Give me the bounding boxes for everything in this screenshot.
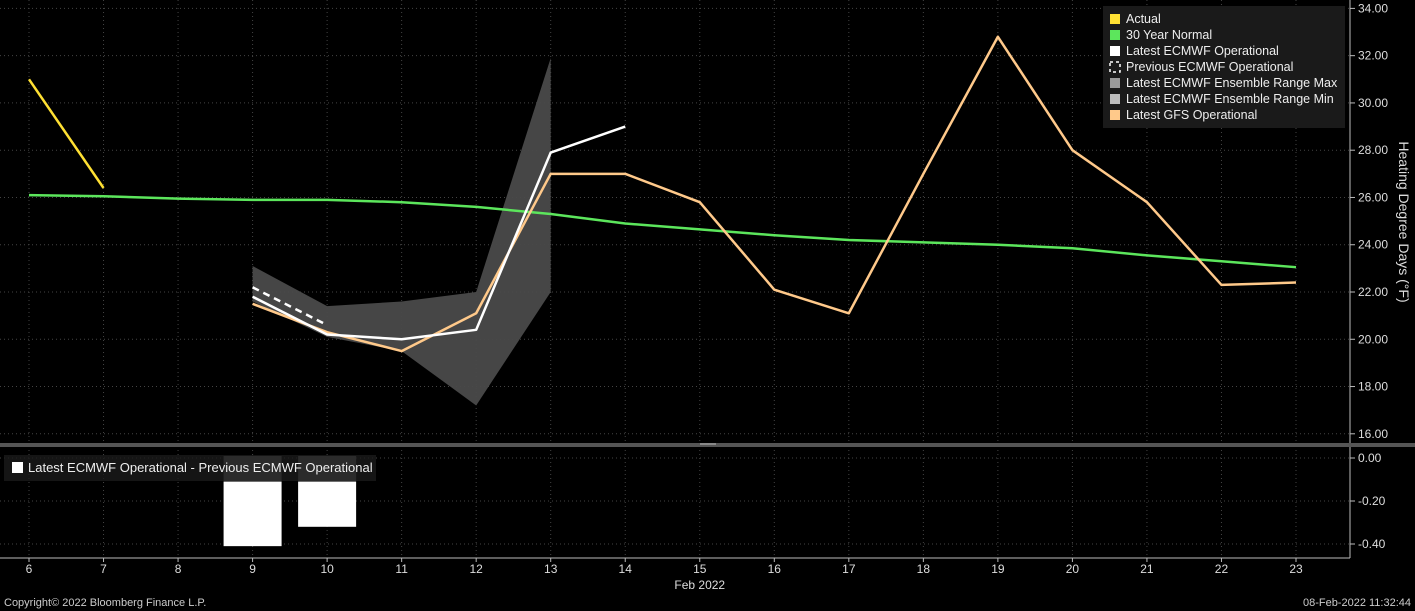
- y-tick-label: 30.00: [1358, 96, 1388, 110]
- legend-label: Latest GFS Operational: [1126, 108, 1257, 122]
- legend-label: 30 Year Normal: [1126, 28, 1212, 42]
- bar-difference: [298, 482, 357, 527]
- x-tick-label: 17: [842, 562, 856, 576]
- y-tick-label: 16.00: [1358, 427, 1388, 441]
- x-tick-label: 7: [100, 562, 107, 576]
- x-tick-label: 6: [26, 562, 33, 576]
- x-tick-label: 8: [175, 562, 182, 576]
- bottom-legend: Latest ECMWF Operational - Previous ECMW…: [4, 455, 376, 481]
- x-tick-label: 20: [1066, 562, 1080, 576]
- x-tick-label: 11: [395, 562, 408, 576]
- x-tick-label: 21: [1140, 562, 1154, 576]
- legend-label: Previous ECMWF Operational: [1126, 60, 1293, 74]
- y-tick-label-bottom: -0.40: [1358, 537, 1386, 551]
- y-tick-label: 18.00: [1358, 380, 1388, 394]
- panel-divider-handle: [700, 443, 716, 445]
- x-tick-label: 19: [991, 562, 1005, 576]
- y-tick-label: 26.00: [1358, 190, 1388, 204]
- x-tick-label: 18: [917, 562, 931, 576]
- x-tick-label: 14: [619, 562, 633, 576]
- legend-swatch: [1110, 46, 1120, 56]
- legend-swatch: [1110, 78, 1120, 88]
- timestamp-text: 08-Feb-2022 11:32:44: [1302, 597, 1411, 609]
- legend-swatch: [1110, 94, 1120, 104]
- series-30-year-normal: [28, 193, 1297, 269]
- y-tick-label: 34.00: [1358, 1, 1388, 15]
- legend-label: Latest ECMWF Operational: [1126, 44, 1279, 58]
- bottom-legend-label: Latest ECMWF Operational - Previous ECMW…: [28, 460, 373, 475]
- legend-swatch: [1110, 30, 1120, 40]
- x-tick-label: 10: [320, 562, 334, 576]
- bottom-legend-swatch: [12, 462, 23, 473]
- series-actual: [27, 78, 105, 189]
- y-tick-label-bottom: 0.00: [1358, 451, 1382, 465]
- legend-swatch: [1110, 14, 1120, 24]
- y-tick-label: 20.00: [1358, 332, 1388, 346]
- legend: Actual 30 Year Normal Latest ECMWF Operati…: [1103, 6, 1345, 128]
- y-tick-label-bottom: -0.20: [1358, 494, 1386, 508]
- y-tick-label: 22.00: [1358, 285, 1388, 299]
- x-tick-label: 9: [249, 562, 256, 576]
- legend-swatch: [1110, 110, 1120, 120]
- y-tick-label: 32.00: [1358, 49, 1388, 63]
- x-tick-label: 16: [768, 562, 782, 576]
- legend-label: Latest ECMWF Ensemble Range Max: [1126, 76, 1338, 90]
- legend-label: Latest ECMWF Ensemble Range Min: [1126, 92, 1334, 106]
- x-tick-label: 23: [1289, 562, 1303, 576]
- legend-label: Actual: [1126, 12, 1161, 26]
- y-tick-label: 24.00: [1358, 238, 1388, 252]
- ensemble-range-band: [252, 58, 551, 406]
- x-tick-label: 12: [469, 562, 483, 576]
- y-tick-label: 28.00: [1358, 143, 1388, 157]
- y-axis-label: Heating Degree Days (°F): [1396, 141, 1412, 302]
- bar-difference: [223, 482, 282, 547]
- chart-canvas: 6 7 8 9 10 11 12 13 14 15 16 17 18 19 20 21 22 23 Feb 2022…: [0, 0, 1415, 592]
- x-axis-label: Feb 2022: [674, 578, 725, 592]
- x-tick-label: 13: [544, 562, 558, 576]
- copyright-text: Copyright© 2022 Bloomberg Finance L.P.: [4, 597, 207, 609]
- x-tick-label: 22: [1215, 562, 1229, 576]
- x-tick-label: 15: [693, 562, 707, 576]
